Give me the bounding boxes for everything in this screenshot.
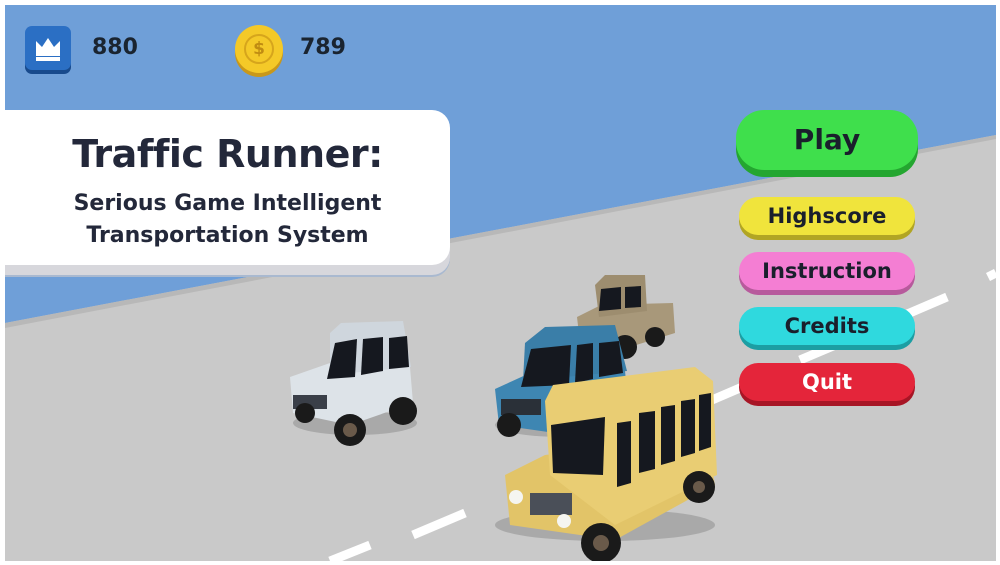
game-subtitle: Serious Game Intelligent Transportation … <box>35 188 420 252</box>
credits-button[interactable]: Credits <box>739 307 915 345</box>
highscore-value: 880 <box>92 35 138 60</box>
highscore-button[interactable]: Highscore <box>739 197 915 235</box>
instruction-button[interactable]: Instruction <box>739 252 915 290</box>
subtitle-line-1: Serious Game Intelligent <box>73 191 382 216</box>
quit-button[interactable]: Quit <box>739 363 915 401</box>
subtitle-line-2: Transportation System <box>86 223 369 248</box>
coins-value: 789 <box>300 35 346 60</box>
title-panel: Traffic Runner: Serious Game Intelligent… <box>5 110 450 265</box>
play-button[interactable]: Play <box>736 110 918 170</box>
crown-icon <box>36 38 60 61</box>
highscore-badge <box>25 26 71 70</box>
coin-symbol: $ <box>244 34 274 64</box>
dollar-coin-icon: $ <box>235 25 283 73</box>
game-title: Traffic Runner: <box>72 132 383 176</box>
game-screen: 880 $ 789 Traffic Runner: Serious Game I… <box>5 5 996 561</box>
